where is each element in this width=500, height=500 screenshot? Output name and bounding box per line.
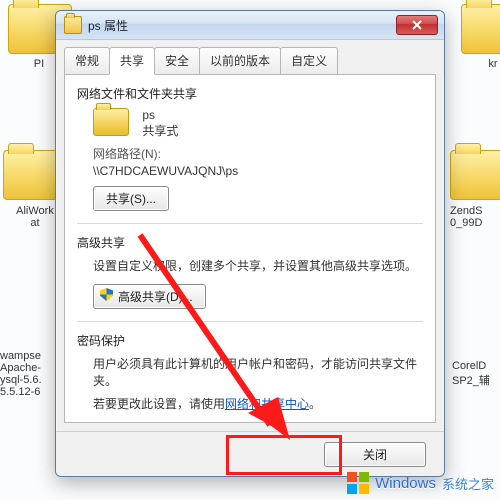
folder-info: ps 共享式 xyxy=(142,108,178,139)
advanced-share-desc: 设置自定义权限，创建多个共享，并设置其他高级共享选项。 xyxy=(93,257,423,274)
watermark-brand: Windows xyxy=(375,475,436,492)
folder-icon xyxy=(93,108,129,136)
watermark-sub: 系统之家 xyxy=(442,474,494,493)
tab-previous-versions[interactable]: 以前的版本 xyxy=(199,47,281,75)
section-advanced-sharing: 高级共享 设置自定义权限，创建多个共享，并设置其他高级共享选项。 高级共享(D)… xyxy=(77,234,423,309)
tab-custom[interactable]: 自定义 xyxy=(280,47,338,75)
tab-strip: 常规 共享 安全 以前的版本 自定义 xyxy=(56,40,444,74)
section-network-sharing: 网络文件和文件夹共享 ps 共享式 网络路径(N): \\C7HDCAEWUVA… xyxy=(77,85,423,211)
dialog-button-row: 关闭 xyxy=(56,431,444,476)
section-heading: 高级共享 xyxy=(77,234,423,251)
titlebar[interactable]: ps 属性 xyxy=(56,11,444,40)
text: 。 xyxy=(309,397,321,411)
section-heading: 密码保护 xyxy=(77,332,423,349)
folder-name: ps xyxy=(142,108,178,122)
folder-icon xyxy=(64,16,82,34)
network-path-label: 网络路径(N): xyxy=(93,145,423,162)
close-window-button[interactable] xyxy=(396,15,438,35)
bg-folder xyxy=(450,150,500,200)
separator xyxy=(77,223,423,224)
properties-dialog: ps 属性 常规 共享 安全 以前的版本 自定义 网络文件和文件夹共享 ps 共… xyxy=(55,10,445,477)
network-sharing-center-link[interactable]: 网络和共享中心 xyxy=(225,397,309,411)
bg-label: kr xyxy=(458,58,500,70)
tab-content: 网络文件和文件夹共享 ps 共享式 网络路径(N): \\C7HDCAEWUVA… xyxy=(64,74,436,423)
text: 若要更改此设置，请使用 xyxy=(93,397,225,411)
share-state: 共享式 xyxy=(142,122,178,139)
advanced-share-button[interactable]: 高级共享(D)... xyxy=(93,284,206,309)
bg-label: wampse Apache- ysql-5.6. 5.5.12-6 xyxy=(0,350,56,398)
bg-label: ZendS 0_99D xyxy=(450,205,500,229)
section-heading: 网络文件和文件夹共享 xyxy=(77,85,423,102)
close-icon xyxy=(412,20,422,30)
window-title: ps 属性 xyxy=(88,17,396,34)
network-path-value: \\C7HDCAEWUVAJQNJ\ps xyxy=(93,164,423,178)
separator xyxy=(77,321,423,322)
tab-general[interactable]: 常规 xyxy=(64,47,110,75)
password-link-line: 若要更改此设置，请使用网络和共享中心。 xyxy=(93,395,423,412)
watermark: Windows 系统之家 xyxy=(347,472,494,494)
close-button[interactable]: 关闭 xyxy=(324,442,426,467)
windows-logo-icon xyxy=(347,472,369,494)
tab-share[interactable]: 共享 xyxy=(109,47,155,75)
tab-security[interactable]: 安全 xyxy=(154,47,200,75)
bg-folder xyxy=(461,4,500,54)
share-button[interactable]: 共享(S)... xyxy=(93,186,169,211)
bg-label: CorelD SP2_辅 xyxy=(452,360,500,388)
section-password-protection: 密码保护 用户必须具有此计算机的用户帐户和密码，才能访问共享文件夹。 若要更改此… xyxy=(77,332,423,412)
password-desc: 用户必须具有此计算机的用户帐户和密码，才能访问共享文件夹。 xyxy=(93,355,423,389)
